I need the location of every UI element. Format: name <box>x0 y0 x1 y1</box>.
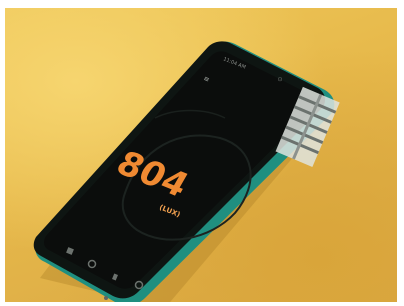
photo-frame: 11:04 AM ⊙ ≡ 804 (LUX) <box>0 0 404 306</box>
home-dot-icon[interactable] <box>104 296 108 300</box>
photo: 11:04 AM ⊙ ≡ 804 (LUX) <box>5 8 397 302</box>
phone-scene: 11:04 AM ⊙ ≡ 804 (LUX) <box>33 41 340 302</box>
